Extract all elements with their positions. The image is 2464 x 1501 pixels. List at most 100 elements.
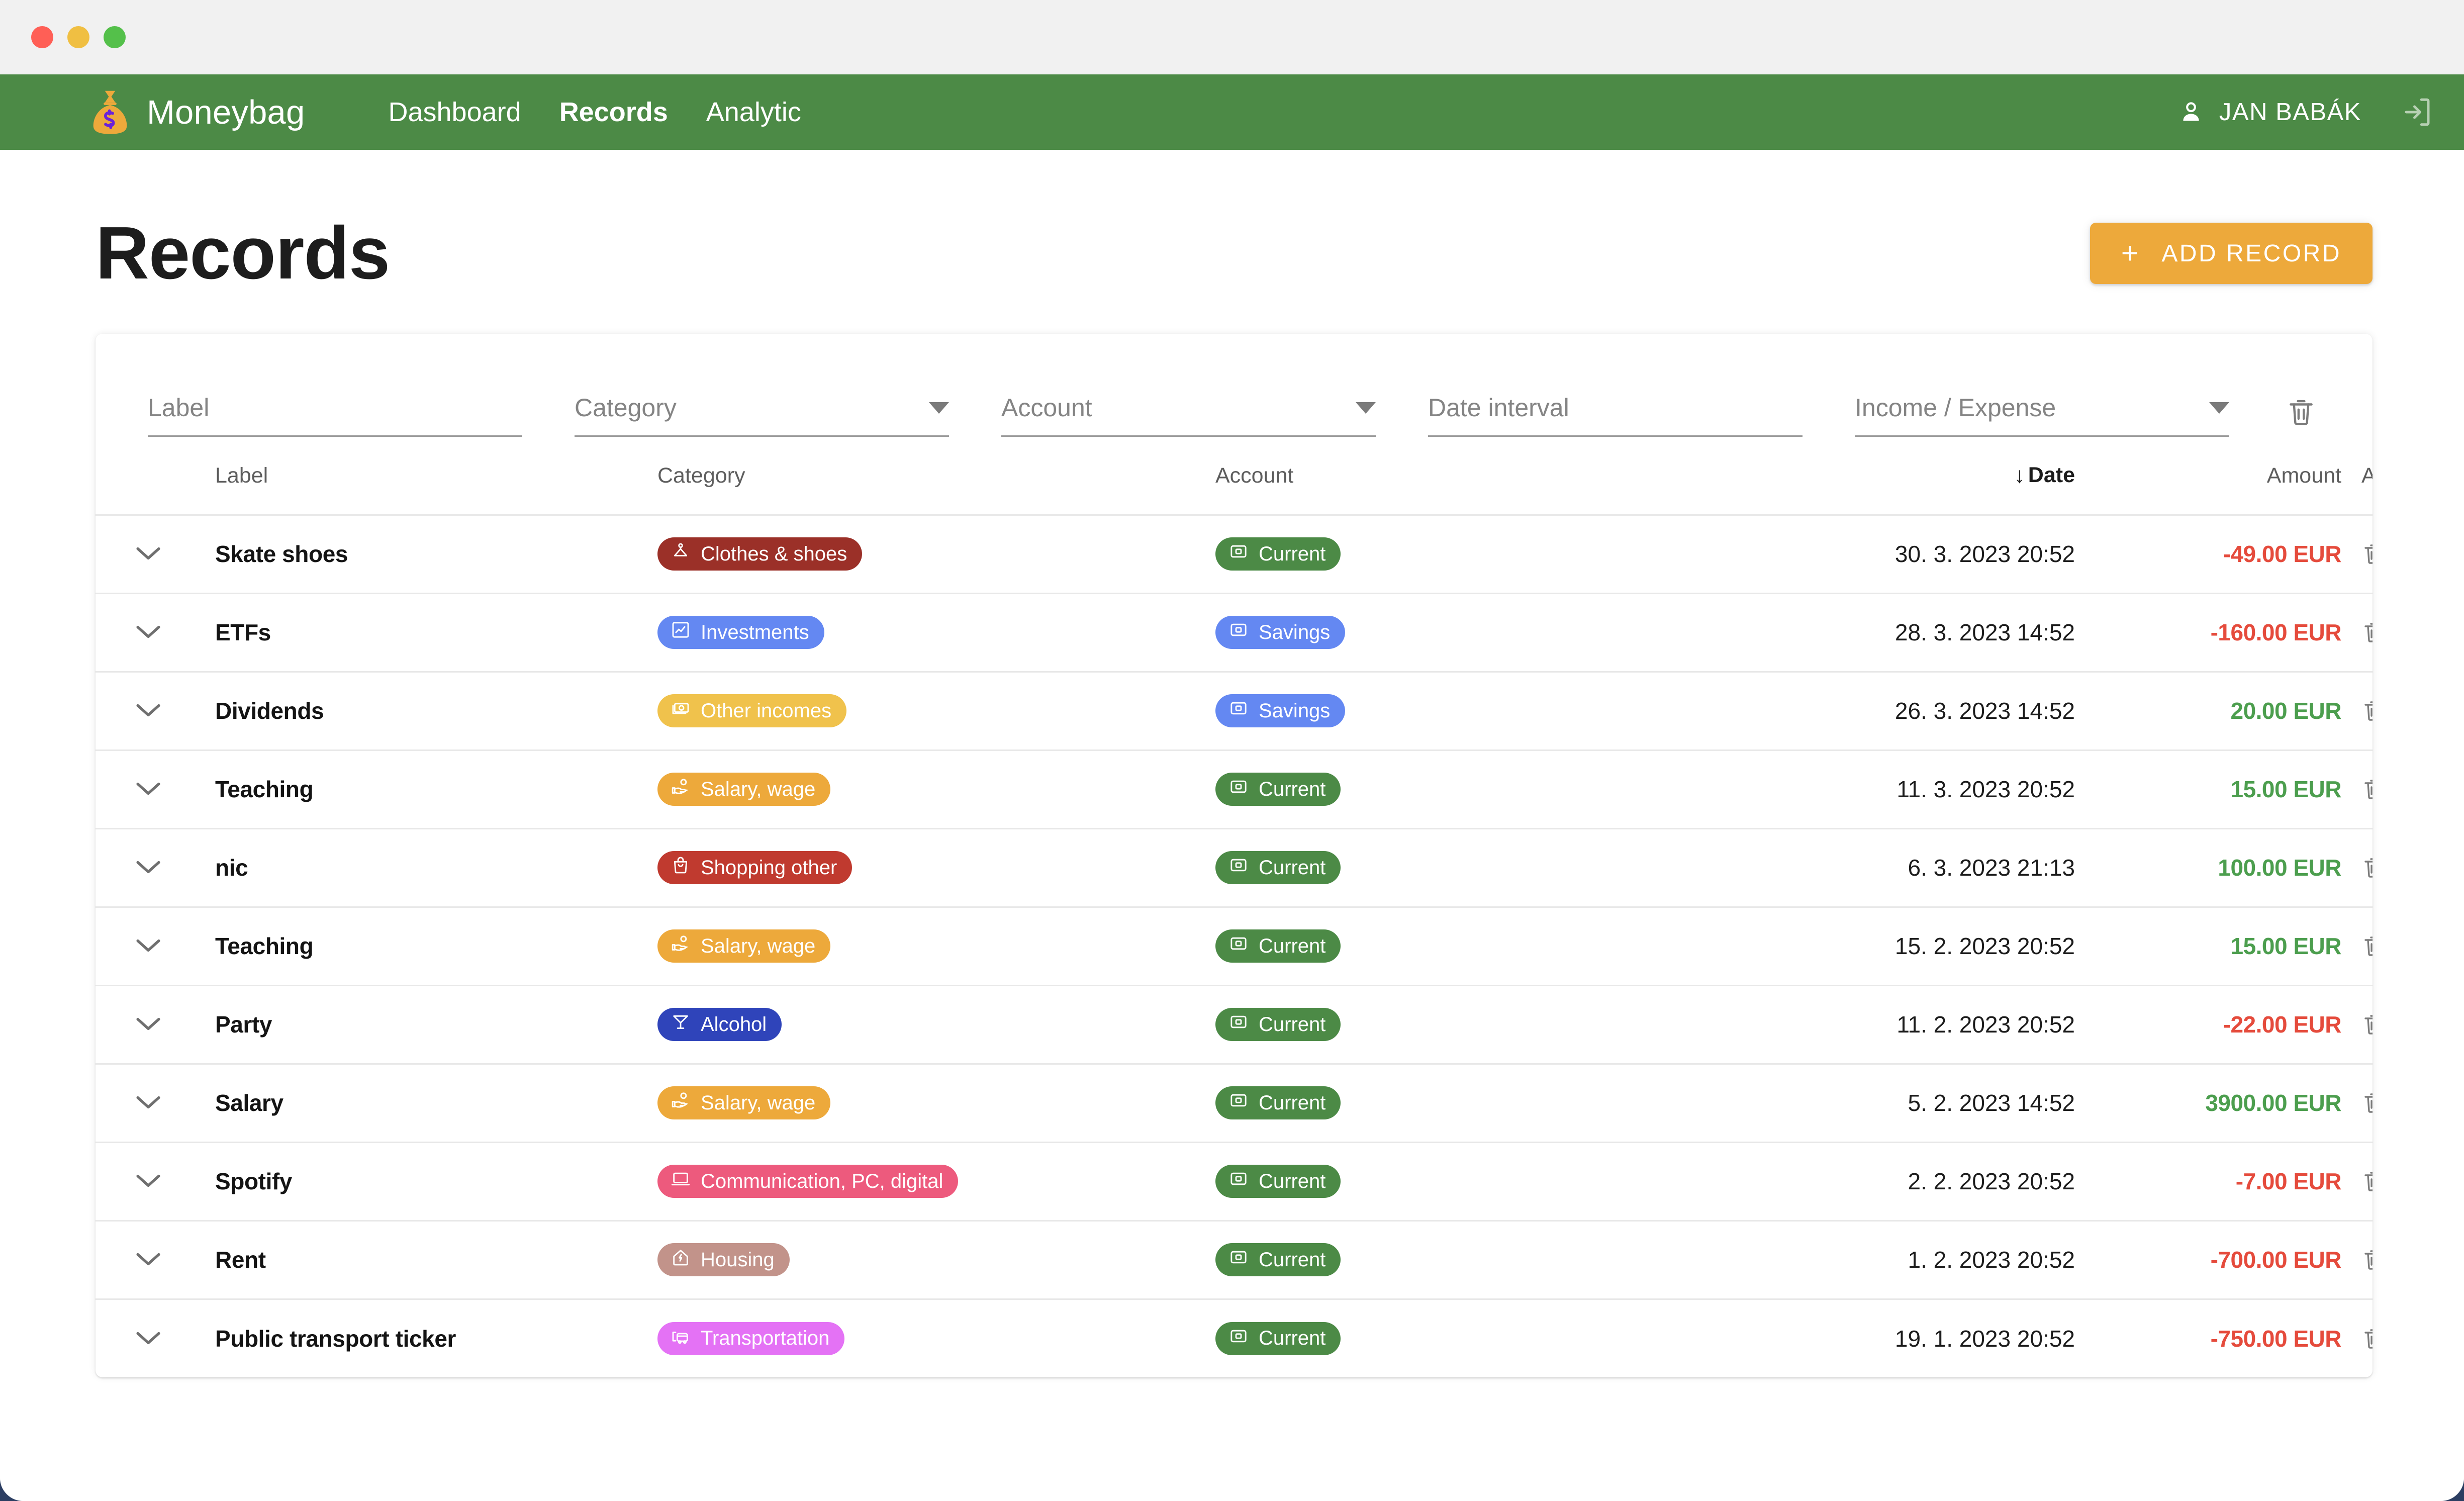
category-badge[interactable]: Salary, wage	[657, 1086, 831, 1119]
col-label[interactable]: Label	[215, 463, 657, 515]
category-badge[interactable]: Salary, wage	[657, 773, 831, 806]
chevron-down-icon[interactable]	[96, 703, 215, 718]
record-amount: -49.00 EUR	[2223, 541, 2342, 567]
nav-link-analytic[interactable]: Analytic	[687, 97, 820, 128]
search-input[interactable]: Label	[148, 393, 209, 422]
chevron-down-icon[interactable]	[96, 939, 215, 954]
row-expand-cell[interactable]	[96, 1221, 215, 1299]
filter-category[interactable]: Category	[575, 393, 949, 437]
table-row[interactable]: Salary Salary, wage Current 5. 2. 2023 14:5…	[96, 1064, 2373, 1142]
filter-date-interval[interactable]: Date interval	[1428, 393, 1803, 437]
delete-record-button[interactable]	[2361, 777, 2373, 801]
chevron-down-icon[interactable]	[96, 1095, 215, 1110]
row-expand-cell[interactable]	[96, 1299, 215, 1377]
nav-link-dashboard[interactable]: Dashboard	[369, 97, 540, 128]
chevron-down-icon[interactable]	[96, 625, 215, 640]
record-label: nic	[215, 855, 248, 881]
row-expand-cell[interactable]	[96, 1064, 215, 1142]
table-row[interactable]: ETFs Investments Savings 28. 3. 2023 14:52 -…	[96, 593, 2373, 672]
col-date[interactable]: ↓ Date	[1683, 463, 2075, 515]
minimize-window-button[interactable]	[67, 26, 89, 48]
category-badge[interactable]: Other incomes	[657, 694, 847, 727]
row-expand-cell[interactable]	[96, 985, 215, 1064]
category-label: Salary, wage	[701, 778, 816, 800]
row-amount-cell: 3900.00 EUR	[2075, 1064, 2341, 1142]
col-category[interactable]: Category	[657, 463, 1215, 515]
account-badge[interactable]: Current	[1215, 929, 1341, 963]
table-row[interactable]: Dividends Other incomes Savings 26. 3. 2023…	[96, 672, 2373, 750]
row-expand-cell[interactable]	[96, 828, 215, 907]
chevron-down-icon[interactable]	[96, 1252, 215, 1267]
category-badge[interactable]: Alcohol	[657, 1008, 782, 1041]
delete-record-button[interactable]	[2361, 1091, 2373, 1115]
table-row[interactable]: Spotify Communication, PC, digital Current…	[96, 1142, 2373, 1221]
col-account[interactable]: Account	[1215, 463, 1683, 515]
category-badge[interactable]: Salary, wage	[657, 929, 831, 963]
brand[interactable]: Moneybag	[89, 89, 305, 135]
category-badge[interactable]: Investments	[657, 616, 824, 649]
category-badge[interactable]: Communication, PC, digital	[657, 1165, 959, 1198]
record-date: 28. 3. 2023 14:52	[1894, 619, 2075, 645]
row-expand-cell[interactable]	[96, 907, 215, 985]
filter-label[interactable]: Label	[148, 393, 522, 437]
row-label-cell: Rent	[215, 1221, 657, 1299]
category-badge[interactable]: Clothes & shoes	[657, 537, 863, 571]
card-icon	[1228, 1247, 1249, 1272]
chevron-down-icon[interactable]	[96, 546, 215, 561]
delete-record-button[interactable]	[2361, 542, 2373, 566]
maximize-window-button[interactable]	[104, 26, 126, 48]
account-badge[interactable]: Current	[1215, 1322, 1341, 1355]
account-badge[interactable]: Savings	[1215, 694, 1346, 727]
category-badge[interactable]: Housing	[657, 1243, 790, 1276]
chevron-down-icon[interactable]	[96, 1331, 215, 1346]
table-row[interactable]: Skate shoes Clothes & shoes Current 30. 3. …	[96, 515, 2373, 593]
nav-link-records[interactable]: Records	[540, 97, 687, 128]
delete-record-button[interactable]	[2361, 1169, 2373, 1193]
chevron-down-icon[interactable]	[96, 1174, 215, 1189]
delete-record-button[interactable]	[2361, 1327, 2373, 1351]
logout-icon[interactable]	[2401, 96, 2434, 129]
row-expand-cell[interactable]	[96, 593, 215, 672]
user-menu[interactable]: JAN BABÁK	[2178, 98, 2401, 126]
row-expand-cell[interactable]	[96, 750, 215, 828]
chevron-down-icon[interactable]	[96, 1017, 215, 1032]
table-row[interactable]: Party Alcohol Current 11. 2. 2023 20:52 -22.…	[96, 985, 2373, 1064]
row-expand-cell[interactable]	[96, 515, 215, 593]
delete-record-button[interactable]	[2361, 620, 2373, 644]
chevron-down-icon[interactable]	[96, 860, 215, 875]
account-badge[interactable]: Current	[1215, 1086, 1341, 1119]
table-row[interactable]: nic Shopping other Current 6. 3. 2023 21:13…	[96, 828, 2373, 907]
filter-account[interactable]: Account	[1001, 393, 1376, 437]
account-badge[interactable]: Savings	[1215, 616, 1346, 649]
account-badge[interactable]: Current	[1215, 851, 1341, 884]
filter-income-expense[interactable]: Income / Expense	[1855, 393, 2229, 437]
category-badge[interactable]: Transportation	[657, 1322, 845, 1355]
account-badge[interactable]: Current	[1215, 773, 1341, 806]
card-icon	[1228, 1090, 1249, 1115]
delete-record-button[interactable]	[2361, 934, 2373, 958]
row-amount-cell: -750.00 EUR	[2075, 1299, 2342, 1377]
clear-filters-button[interactable]	[2286, 397, 2317, 428]
row-category-cell: Alcohol	[657, 985, 1215, 1064]
table-row[interactable]: Teaching Salary, wage Current 15. 2. 2023 2…	[96, 907, 2373, 985]
row-expand-cell[interactable]	[96, 672, 215, 750]
account-badge[interactable]: Current	[1215, 537, 1341, 571]
date-interval-input[interactable]: Date interval	[1428, 393, 1569, 422]
table-row[interactable]: Public transport ticker Transportation Cur…	[96, 1299, 2373, 1377]
row-expand-cell[interactable]	[96, 1142, 215, 1221]
delete-record-button[interactable]	[2361, 1248, 2373, 1272]
category-badge[interactable]: Shopping other	[657, 851, 852, 884]
table-row[interactable]: Teaching Salary, wage Current 11. 3. 2023 2…	[96, 750, 2373, 828]
close-window-button[interactable]	[31, 26, 53, 48]
account-badge[interactable]: Current	[1215, 1243, 1341, 1276]
add-record-button[interactable]: + ADD RECORD	[2090, 223, 2373, 284]
col-amount[interactable]: Amount	[2075, 463, 2341, 515]
account-badge[interactable]: Current	[1215, 1165, 1341, 1198]
delete-record-button[interactable]	[2361, 1012, 2373, 1037]
row-account-cell: Current	[1215, 1299, 1683, 1377]
delete-record-button[interactable]	[2361, 856, 2373, 880]
delete-record-button[interactable]	[2361, 699, 2373, 723]
account-badge[interactable]: Current	[1215, 1008, 1341, 1041]
chevron-down-icon[interactable]	[96, 782, 215, 797]
table-row[interactable]: Rent Housing Current 1. 2. 2023 20:52 -700.0…	[96, 1221, 2373, 1299]
